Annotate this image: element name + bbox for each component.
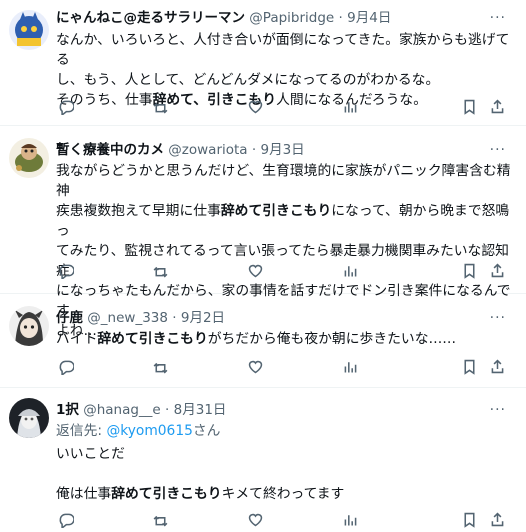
tweet-line: し、もう、人として、どんどんダメになってるのがわかるな。	[56, 72, 440, 88]
timestamp[interactable]: 9月3日	[260, 142, 304, 158]
action-bar	[56, 97, 518, 117]
timestamp[interactable]: 9月4日	[347, 10, 391, 26]
display-name[interactable]: 暫く療養中のカメ	[56, 142, 164, 158]
views-icon[interactable]	[341, 357, 359, 375]
separator: ·	[338, 10, 343, 26]
bookmark-icon[interactable]	[460, 357, 478, 375]
avatar[interactable]	[9, 306, 49, 346]
separator: ·	[172, 310, 177, 326]
tweet-line	[56, 464, 518, 484]
tweet-line: 我ながらどうかと思うんだけど、生育環境的に家族がパニック障害含む精神	[56, 163, 511, 199]
handle[interactable]: @hanag__e	[83, 402, 161, 418]
tweet-header: 暫く療養中のカメ @zowariota · 9月3日 ···	[56, 140, 516, 160]
share-icon[interactable]	[488, 357, 506, 375]
share-icon[interactable]	[488, 97, 506, 115]
reply-to-handle[interactable]: @kyom0615	[106, 423, 192, 439]
reply-context: 返信先: @kyom0615さん	[56, 421, 518, 441]
retweet-icon[interactable]	[151, 510, 169, 528]
display-name[interactable]: 1択	[56, 402, 79, 418]
avatar[interactable]	[9, 138, 49, 178]
like-icon[interactable]	[246, 357, 264, 375]
action-bar	[56, 261, 518, 281]
retweet-icon[interactable]	[151, 97, 169, 115]
tweet-header: 仔鹿 @_new_338 · 9月2日 ···	[56, 308, 516, 328]
share-icon[interactable]	[488, 261, 506, 279]
handle[interactable]: @_new_338	[87, 310, 168, 326]
more-options-icon[interactable]: ···	[490, 308, 506, 328]
reply-to-label: 返信先:	[56, 423, 107, 439]
highlight-term: 辞めて引きこもり	[97, 331, 208, 347]
tweet-text: いいことだ 俺は仕事辞めて引きこもりキメて終わってます	[56, 444, 518, 504]
avatar[interactable]	[9, 10, 49, 50]
more-options-icon[interactable]: ···	[490, 8, 506, 28]
tweet[interactable]: 暫く療養中のカメ @zowariota · 9月3日 ··· 我ながらどうかと思…	[0, 126, 526, 339]
like-icon[interactable]	[246, 97, 264, 115]
bookmark-icon[interactable]	[460, 261, 478, 279]
tweet-feed: にゃんねこ@走るサラリーマン @Papibridge · 9月4日 ··· なん…	[0, 0, 526, 532]
highlight-term: 辞めて引きこもり	[111, 486, 222, 502]
retweet-icon[interactable]	[151, 261, 169, 279]
handle[interactable]: @zowariota	[168, 142, 247, 158]
reply-icon[interactable]	[56, 97, 74, 115]
separator: ·	[251, 142, 257, 158]
handle[interactable]: @Papibridge	[249, 10, 334, 26]
tweet-text: バイト辞めて引きこもりがちだから俺も夜か朝に歩きたいな……	[56, 329, 518, 349]
views-icon[interactable]	[341, 510, 359, 528]
reply-icon[interactable]	[56, 261, 74, 279]
tweet-line: 俺は仕事辞めて引きこもりキメて終わってます	[56, 486, 345, 502]
tweet[interactable]: にゃんねこ@走るサラリーマン @Papibridge · 9月4日 ··· なん…	[0, 0, 526, 126]
tweet-line: なんか、いろいろと、人付き合いが面倒になってきた。家族からも逃げてる	[56, 32, 510, 68]
tweet-line: バイト辞めて引きこもりがちだから俺も夜か朝に歩きたいな……	[56, 331, 457, 347]
bookmark-icon[interactable]	[460, 97, 478, 115]
timestamp[interactable]: 8月31日	[174, 402, 227, 418]
like-icon[interactable]	[246, 261, 264, 279]
reply-to-suffix: さん	[192, 423, 221, 439]
tweet[interactable]: 仔鹿 @_new_338 · 9月2日 ··· バイト辞めて引きこもりがちだから…	[0, 294, 526, 388]
tweet-header: にゃんねこ@走るサラリーマン @Papibridge · 9月4日 ···	[56, 8, 516, 28]
bookmark-icon[interactable]	[460, 510, 478, 528]
display-name[interactable]: にゃんねこ@走るサラリーマン	[56, 10, 245, 26]
tweet-line: 疾患複数抱えて早期に仕事辞めて引きこもりになって、朝から晩まで怒鳴っ	[56, 203, 510, 239]
retweet-icon[interactable]	[151, 357, 169, 375]
action-bar	[56, 357, 518, 377]
highlight-term: 辞めて引きこもり	[220, 203, 332, 219]
tweet-line: いいことだ	[56, 446, 125, 462]
separator: ·	[165, 402, 170, 418]
like-icon[interactable]	[246, 510, 264, 528]
views-icon[interactable]	[341, 261, 359, 279]
reply-icon[interactable]	[56, 510, 74, 528]
more-options-icon[interactable]: ···	[490, 140, 506, 160]
views-icon[interactable]	[341, 97, 359, 115]
action-bar	[56, 510, 518, 530]
reply-icon[interactable]	[56, 357, 74, 375]
share-icon[interactable]	[488, 510, 506, 528]
display-name[interactable]: 仔鹿	[56, 310, 83, 326]
tweet[interactable]: 1択 @hanag__e · 8月31日 ··· 返信先: @kyom0615さ…	[0, 388, 526, 532]
more-options-icon[interactable]: ···	[490, 400, 506, 420]
timestamp[interactable]: 9月2日	[181, 310, 225, 326]
tweet-header: 1択 @hanag__e · 8月31日 ···	[56, 400, 516, 420]
avatar[interactable]	[9, 398, 49, 438]
